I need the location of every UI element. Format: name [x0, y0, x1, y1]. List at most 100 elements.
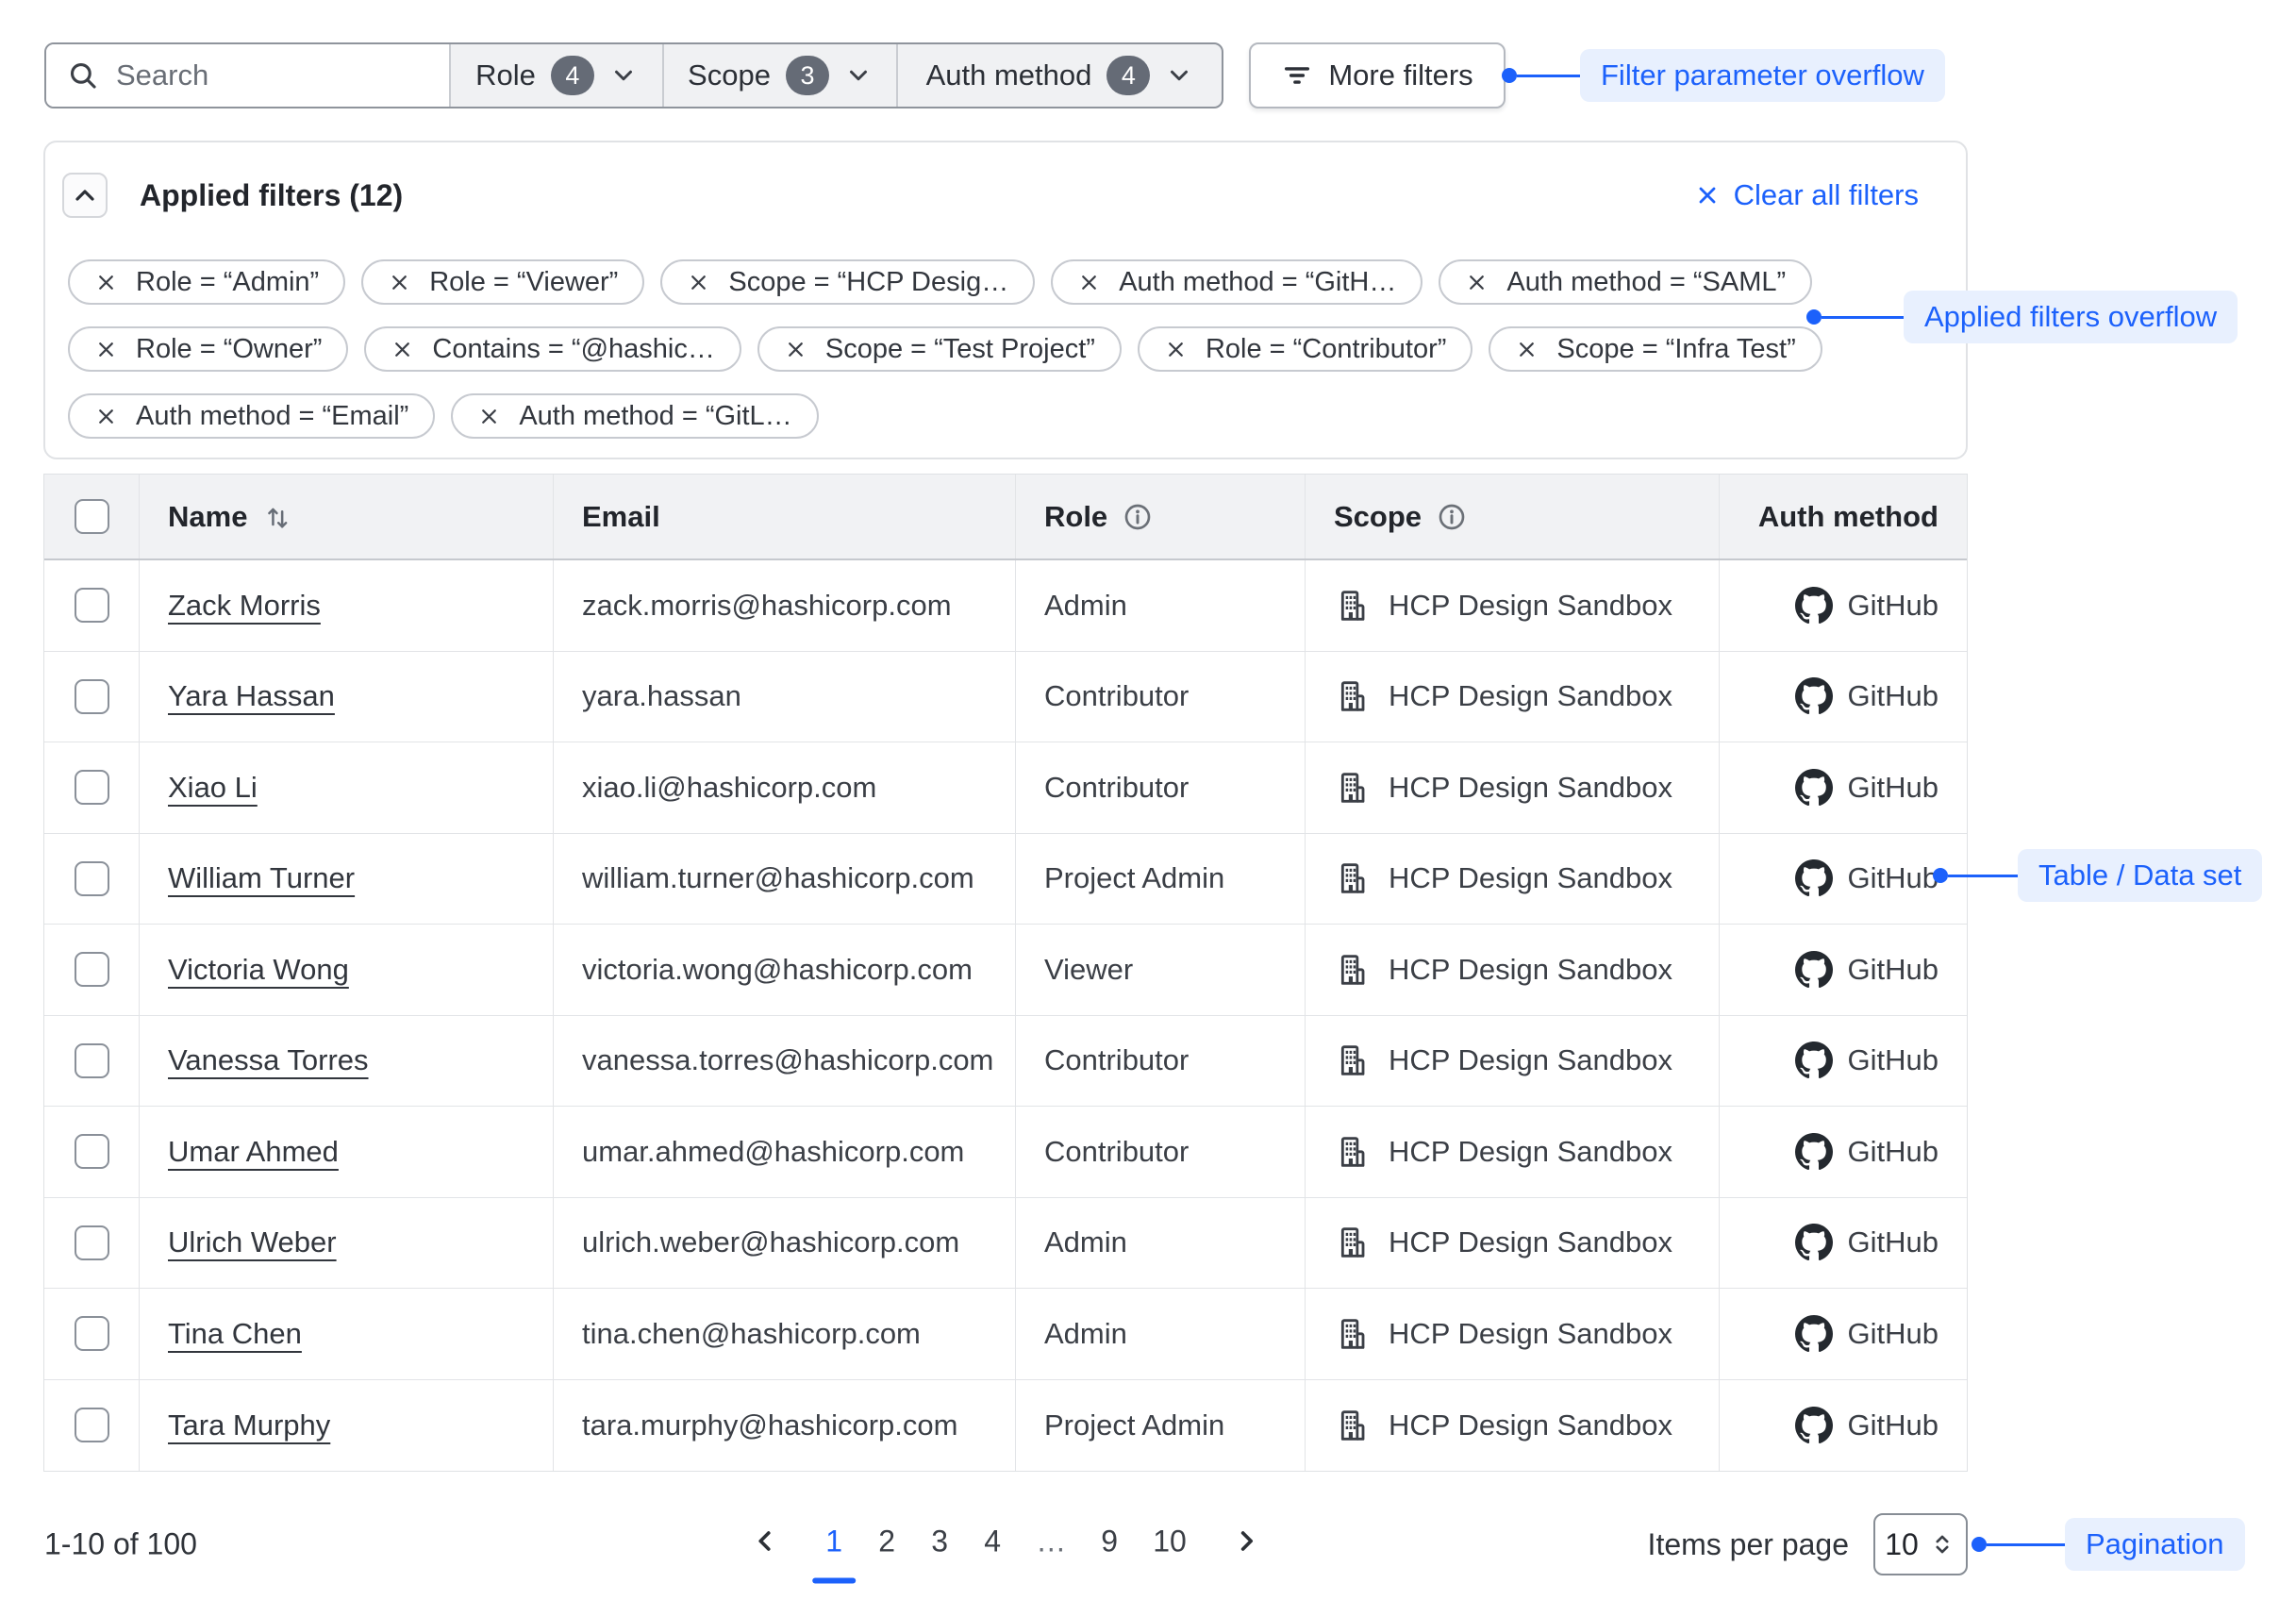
- row-checkbox[interactable]: [75, 861, 109, 896]
- user-name-link[interactable]: Umar Ahmed: [168, 1135, 339, 1169]
- auth-method-cell: GitHub: [1720, 1198, 1967, 1289]
- previous-page-button[interactable]: [740, 1525, 790, 1558]
- column-header-auth-method: Auth method: [1720, 475, 1967, 558]
- user-name-link[interactable]: William Turner: [168, 861, 355, 895]
- callout-dot: [1972, 1537, 1987, 1552]
- select-all-cell: [44, 475, 140, 558]
- user-name-link[interactable]: Yara Hassan: [168, 679, 335, 713]
- page-number-button[interactable]: 1: [816, 1524, 852, 1558]
- user-scope: HCP Design Sandbox: [1389, 1043, 1672, 1077]
- user-email: victoria.wong@hashicorp.com: [582, 953, 973, 987]
- user-name-link[interactable]: Vanessa Torres: [168, 1043, 369, 1077]
- user-auth-method: GitHub: [1848, 861, 1938, 895]
- user-scope: HCP Design Sandbox: [1389, 679, 1672, 713]
- filter-dropdown-auth-method[interactable]: Auth method 4: [896, 44, 1222, 107]
- user-role: Project Admin: [1044, 1408, 1224, 1442]
- callout-filter-parameter-overflow: Filter parameter overflow: [1502, 49, 1945, 102]
- email-cell: tara.murphy@hashicorp.com: [554, 1380, 1016, 1472]
- remove-filter-icon[interactable]: [1465, 271, 1489, 294]
- column-header-role-label: Role: [1044, 500, 1107, 534]
- remove-filter-icon[interactable]: [477, 405, 501, 428]
- name-cell: Ulrich Weber: [140, 1198, 554, 1289]
- user-auth-method: GitHub: [1848, 1225, 1938, 1259]
- organization-building-icon: [1334, 587, 1372, 625]
- filter-chip[interactable]: Auth method = “GitH…: [1051, 259, 1423, 305]
- remove-filter-icon[interactable]: [388, 271, 411, 294]
- scope-cell: HCP Design Sandbox: [1306, 1016, 1720, 1107]
- row-checkbox[interactable]: [75, 1225, 109, 1260]
- filter-chip-label: Auth method = “GitL…: [519, 401, 791, 432]
- remove-filter-icon[interactable]: [687, 271, 710, 294]
- row-select-cell: [44, 560, 140, 651]
- filter-bar: Role 4 Scope 3 Auth method 4: [44, 42, 1223, 108]
- row-checkbox[interactable]: [75, 1408, 109, 1442]
- filter-chip[interactable]: Role = “Viewer”: [361, 259, 644, 305]
- more-filters-button[interactable]: More filters: [1249, 42, 1506, 108]
- remove-filter-icon[interactable]: [94, 405, 118, 428]
- remove-filter-icon[interactable]: [94, 338, 118, 361]
- filter-chip[interactable]: Scope = “Infra Test”: [1489, 326, 1822, 372]
- remove-filter-icon[interactable]: [1164, 338, 1188, 361]
- page-number-button[interactable]: 10: [1144, 1524, 1195, 1558]
- remove-filter-icon[interactable]: [1515, 338, 1539, 361]
- column-header-auth-label: Auth method: [1758, 500, 1938, 534]
- filter-dropdown-role[interactable]: Role 4: [449, 44, 662, 107]
- user-email: ulrich.weber@hashicorp.com: [582, 1225, 959, 1259]
- filter-chip[interactable]: Role = “Owner”: [68, 326, 348, 372]
- info-icon[interactable]: [1123, 502, 1153, 532]
- row-checkbox[interactable]: [75, 1316, 109, 1351]
- remove-filter-icon[interactable]: [784, 338, 807, 361]
- organization-building-icon: [1334, 1407, 1372, 1444]
- page-number-button[interactable]: 4: [974, 1524, 1010, 1558]
- search-input[interactable]: [116, 58, 428, 92]
- row-checkbox[interactable]: [75, 1043, 109, 1078]
- filter-chip[interactable]: Role = “Contributor”: [1138, 326, 1472, 372]
- items-per-page-select[interactable]: 10: [1873, 1513, 1968, 1575]
- page-number-button[interactable]: 2: [869, 1524, 905, 1558]
- user-name-link[interactable]: Zack Morris: [168, 589, 321, 623]
- callout-label: Table / Data set: [2018, 849, 2262, 902]
- page-number-button[interactable]: 3: [922, 1524, 957, 1558]
- filter-chip[interactable]: Role = “Admin”: [68, 259, 345, 305]
- row-checkbox[interactable]: [75, 770, 109, 805]
- next-page-button[interactable]: [1221, 1525, 1272, 1558]
- user-auth-method: GitHub: [1848, 1135, 1938, 1169]
- role-cell: Viewer: [1016, 925, 1306, 1015]
- select-all-checkbox[interactable]: [75, 499, 109, 534]
- collapse-applied-filters-button[interactable]: [62, 173, 108, 218]
- table-row: Zack Morris zack.morris@hashicorp.com Ad…: [44, 560, 1967, 652]
- row-checkbox[interactable]: [75, 588, 109, 623]
- user-scope: HCP Design Sandbox: [1389, 1408, 1672, 1442]
- filter-chip[interactable]: Scope = “HCP Desig…: [660, 259, 1035, 305]
- filter-chip[interactable]: Scope = “Test Project”: [757, 326, 1122, 372]
- info-icon[interactable]: [1437, 502, 1467, 532]
- filter-chip[interactable]: Auth method = “GitL…: [451, 393, 818, 439]
- filter-chip[interactable]: Contains = “@hashic…: [364, 326, 740, 372]
- remove-filter-icon[interactable]: [391, 338, 414, 361]
- user-email: tina.chen@hashicorp.com: [582, 1317, 921, 1351]
- column-header-name[interactable]: Name: [140, 475, 554, 558]
- github-icon: [1795, 1315, 1833, 1353]
- user-email: vanessa.torres@hashicorp.com: [582, 1043, 993, 1077]
- email-cell: zack.morris@hashicorp.com: [554, 560, 1016, 651]
- github-icon: [1795, 769, 1833, 807]
- row-checkbox[interactable]: [75, 679, 109, 714]
- clear-all-filters-button[interactable]: Clear all filters: [1694, 178, 1919, 212]
- members-filter-page: Role 4 Scope 3 Auth method 4 More filter…: [0, 0, 2296, 1600]
- user-name-link[interactable]: Victoria Wong: [168, 953, 349, 987]
- github-icon: [1795, 1133, 1833, 1171]
- remove-filter-icon[interactable]: [94, 271, 118, 294]
- email-cell: victoria.wong@hashicorp.com: [554, 925, 1016, 1015]
- filter-dropdown-scope[interactable]: Scope 3: [662, 44, 896, 107]
- row-checkbox[interactable]: [75, 952, 109, 987]
- row-checkbox[interactable]: [75, 1134, 109, 1169]
- user-email: tara.murphy@hashicorp.com: [582, 1408, 957, 1442]
- user-name-link[interactable]: Tina Chen: [168, 1317, 302, 1351]
- user-name-link[interactable]: Tara Murphy: [168, 1408, 330, 1442]
- filter-chip[interactable]: Auth method = “Email”: [68, 393, 435, 439]
- page-number-button[interactable]: 9: [1091, 1524, 1127, 1558]
- user-name-link[interactable]: Xiao Li: [168, 771, 258, 805]
- remove-filter-icon[interactable]: [1077, 271, 1101, 294]
- filter-chip[interactable]: Auth method = “SAML”: [1439, 259, 1812, 305]
- user-name-link[interactable]: Ulrich Weber: [168, 1225, 337, 1259]
